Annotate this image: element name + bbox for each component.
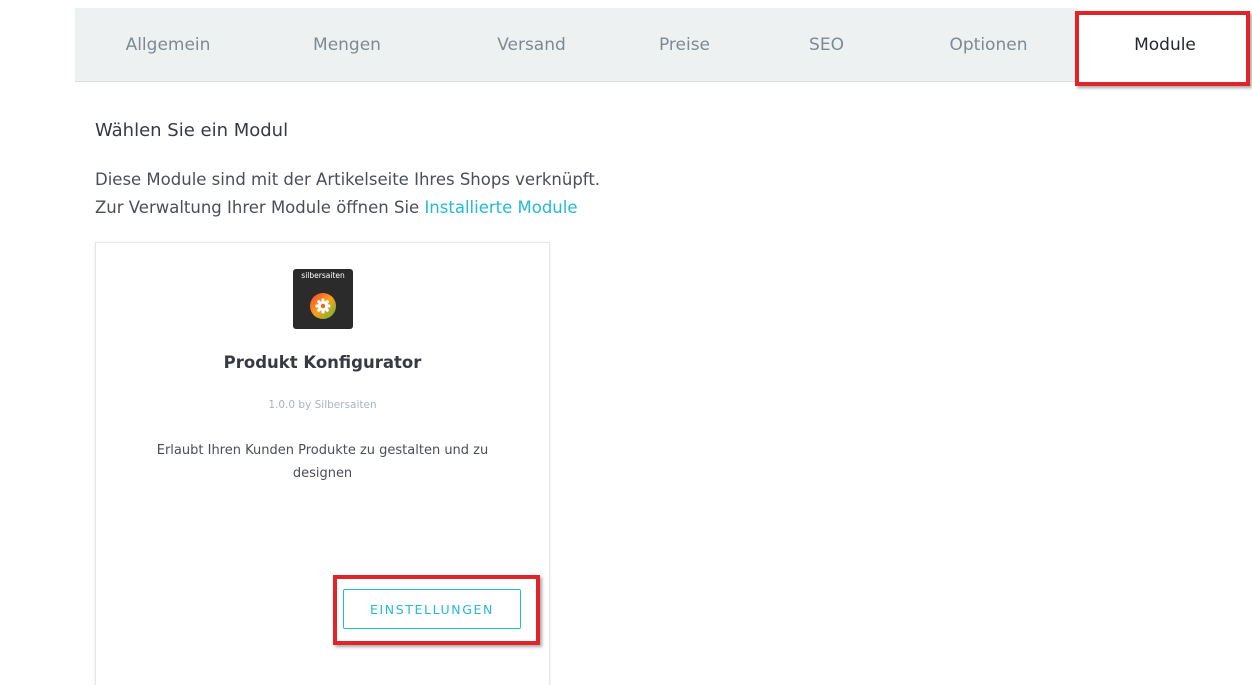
module-version: 1.0.0 by Silbersaiten [268, 399, 377, 411]
tab-preise[interactable]: Preise [619, 8, 750, 81]
tab-optionen[interactable]: Optionen [903, 8, 1074, 81]
module-card-description: Erlaubt Ihren Kunden Produkte zu gestalt… [156, 443, 489, 481]
page: Allgemein Mengen Versand Preise SEO Opti… [0, 0, 1252, 685]
tab-mengen[interactable]: Mengen [250, 8, 444, 81]
module-logo: silbersaiten [293, 269, 353, 329]
module-manage-hint: Zur Verwaltung Ihrer Module öffnen Sie I… [95, 198, 578, 217]
module-tab-highlight [1075, 11, 1250, 86]
installed-modules-link[interactable]: Installierte Module [424, 198, 577, 217]
module-panel: Wählen Sie ein Modul Diese Module sind m… [75, 82, 1252, 685]
tab-seo[interactable]: SEO [750, 8, 903, 81]
settings-button-highlight [333, 575, 540, 645]
manage-hint-text: Zur Verwaltung Ihrer Module öffnen Sie [95, 198, 420, 217]
left-gutter [0, 0, 75, 685]
gear-icon [310, 293, 336, 319]
module-description: Diese Module sind mit der Artikelseite I… [95, 170, 601, 189]
tab-versand[interactable]: Versand [444, 8, 619, 81]
page-title: Wählen Sie ein Modul [95, 120, 289, 141]
tab-allgemein[interactable]: Allgemein [86, 8, 250, 81]
module-title: Produkt Konfigurator [223, 353, 422, 372]
